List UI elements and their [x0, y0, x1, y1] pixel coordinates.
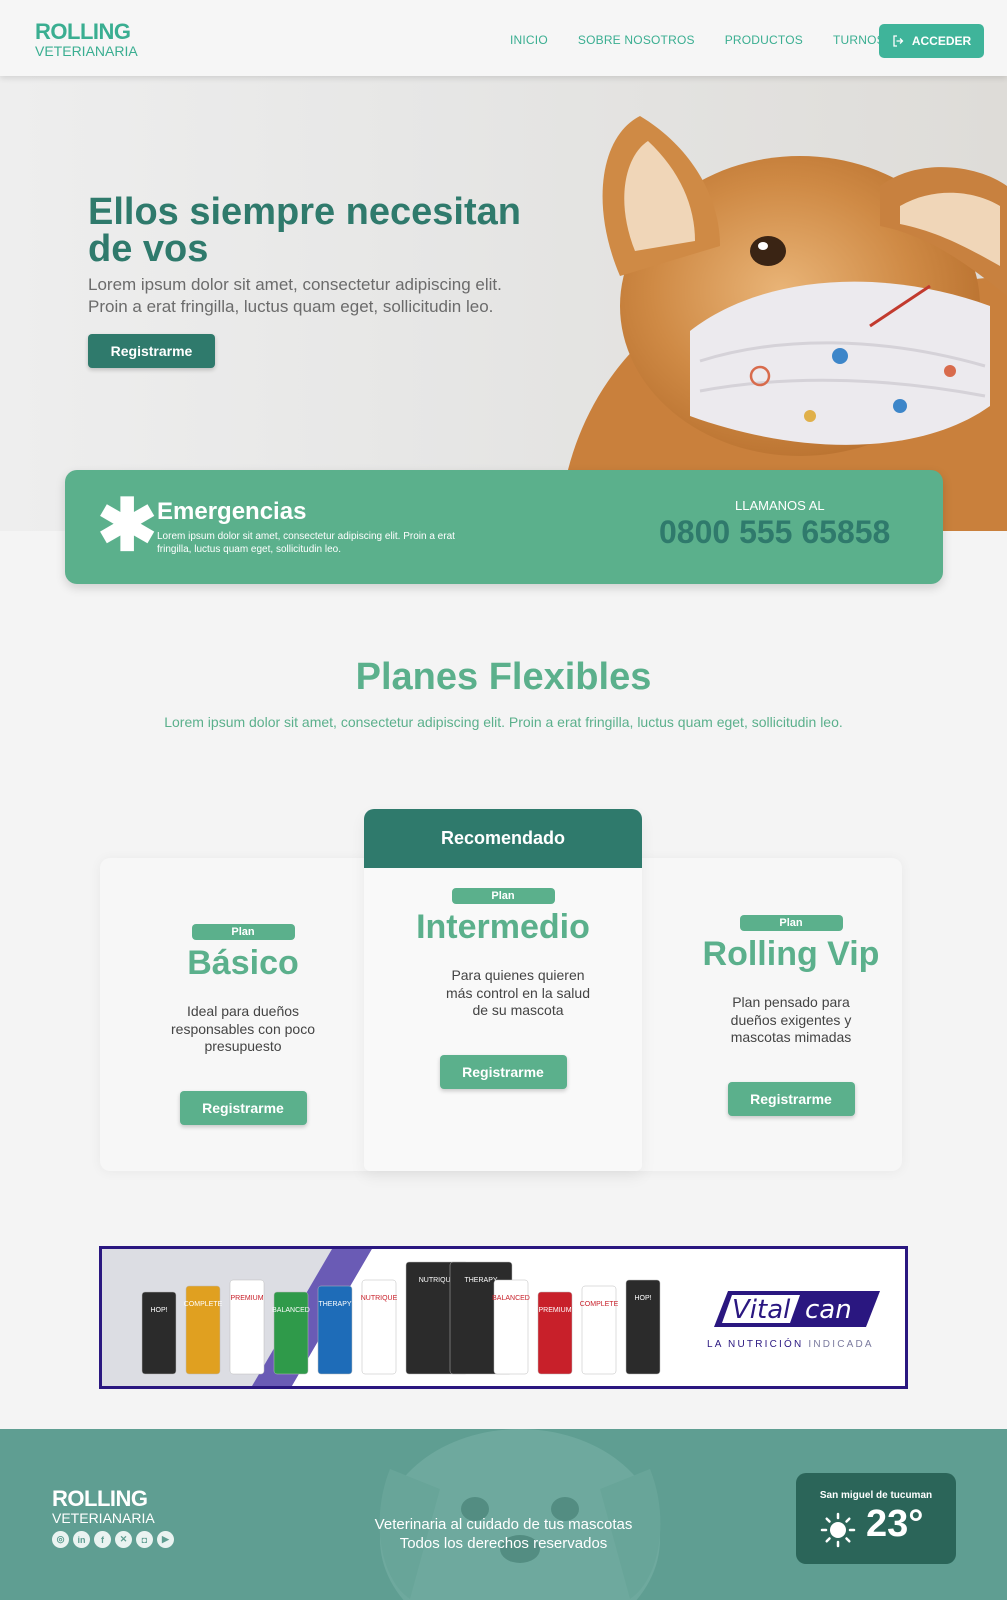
vitalcan-ad-banner[interactable]: HOP! COMPLETE PREMIUM BALANCED THERAPY NUTRIQ… [99, 1246, 908, 1389]
plan-card-rolling-vip: Plan Rolling Vip Plan pensado para dueño… [661, 913, 921, 1116]
plan-badge: Plan [191, 924, 295, 940]
vitalcan-tagline: LA NUTRICIÓN INDICADA [707, 1339, 874, 1350]
food-package-label: COMPLETE [580, 1301, 619, 1308]
plans-subtitle: Lorem ipsum dolor sit amet, consectetur … [164, 714, 843, 730]
plan-name: Intermedio [416, 908, 590, 946]
svg-text:Vital: Vital [732, 1295, 791, 1325]
plan-description: Ideal para dueños responsables con poco … [171, 1003, 315, 1054]
footer: ROLLING VETERIANARIA ◎ in f ✕ ◘ ▶ Veteri… [0, 1429, 1007, 1600]
youtube-icon[interactable]: ▶ [157, 1531, 174, 1548]
whatsapp-icon[interactable]: ◎ [52, 1531, 69, 1548]
social-links: ◎ in f ✕ ◘ ▶ [52, 1531, 174, 1548]
brand-name: ROLLING [35, 19, 131, 44]
linkedin-icon[interactable]: in [73, 1531, 90, 1548]
food-package [141, 1291, 177, 1375]
tagline-main: LA NUTRICIÓN [707, 1339, 804, 1350]
emergency-text: Lorem ipsum dolor sit amet, consectetur … [157, 531, 455, 555]
food-package-label: HOP! [150, 1307, 167, 1314]
login-icon [893, 35, 904, 47]
plan-name: Rolling Vip [702, 935, 880, 973]
food-package-label: THERAPY [464, 1277, 497, 1284]
sun-icon [820, 1512, 856, 1548]
recommended-header: Recomendado [364, 809, 642, 868]
food-package-label: BALANCED [492, 1295, 530, 1302]
hero: Ellos siempre necesitan de vos Lorem ips… [0, 76, 1007, 531]
plan-description: Para quienes quieren más control en la s… [446, 967, 590, 1018]
footer-brand-subtitle: VETERIANARIA [52, 1510, 155, 1526]
call-label: LLAMANOS AL [735, 498, 825, 513]
food-package [273, 1291, 309, 1375]
nav-link-turnos[interactable]: TURNOS [833, 33, 885, 47]
login-label: ACCEDER [911, 34, 972, 48]
facebook-icon[interactable]: f [94, 1531, 111, 1548]
footer-text: Veterinaria al cuidado de tus mascotas T… [300, 1515, 707, 1553]
tagline-accent: INDICADA [808, 1339, 874, 1350]
brand-subtitle: VETERIANARIA [35, 43, 138, 59]
food-package [185, 1285, 221, 1375]
nav-links: INICIO SOBRE NOSOTROS PRODUCTOS TURNOS [510, 33, 885, 47]
weather-temperature: 23° [866, 1503, 924, 1545]
footer-line-1: Veterinaria al cuidado de tus mascotas [374, 1516, 633, 1533]
weather-widget: San miguel de tucuman 23° [796, 1473, 956, 1564]
plan-badge: Plan [739, 915, 843, 931]
food-package [581, 1285, 617, 1375]
emergency-phone[interactable]: 0800 555 65858 [659, 514, 890, 551]
plans-title: Planes Flexibles [355, 656, 652, 698]
plan-register-button[interactable]: Registrarme [439, 1054, 567, 1089]
food-package-label: NUTRIQUE [361, 1295, 398, 1302]
footer-line-2: Todos los derechos reservados [399, 1535, 608, 1552]
emergency-title: Emergencias [157, 498, 307, 525]
hero-title: Ellos siempre necesitan de vos [88, 191, 521, 270]
x-icon[interactable]: ✕ [115, 1531, 132, 1548]
food-package-label: THERAPY [318, 1301, 351, 1308]
vitalcan-logo: Vital can [714, 1291, 880, 1327]
plan-register-button[interactable]: Registrarme [179, 1090, 307, 1125]
food-package-label: PREMIUM [538, 1307, 571, 1314]
plan-description: Plan pensado para dueños exigentes y mas… [730, 994, 852, 1045]
hero-text: Lorem ipsum dolor sit amet, consectetur … [88, 275, 502, 316]
nav-link-inicio[interactable]: INICIO [510, 33, 548, 47]
instagram-icon[interactable]: ◘ [136, 1531, 153, 1548]
plan-badge: Plan [451, 888, 555, 904]
food-package-label: PREMIUM [230, 1295, 263, 1302]
plan-register-button[interactable]: Registrarme [727, 1081, 855, 1116]
food-package [317, 1285, 353, 1375]
plan-card-intermedio: Plan Intermedio Para quienes quieren más… [373, 886, 633, 1089]
emergency-card: ✱ Emergencias Lorem ipsum dolor sit amet… [65, 470, 943, 584]
plan-card-basico: Plan Básico Ideal para dueños responsabl… [113, 922, 373, 1125]
footer-brand-name: ROLLING [52, 1486, 148, 1511]
hero-register-button[interactable]: Registrarme [88, 334, 215, 368]
food-package-label: COMPLETE [184, 1301, 223, 1308]
plan-name: Básico [187, 944, 299, 982]
nav-link-sobre-nosotros[interactable]: SOBRE NOSOTROS [578, 33, 695, 47]
brand-logo[interactable]: ROLLING VETERIANARIA [35, 19, 138, 59]
footer-brand[interactable]: ROLLING VETERIANARIA [52, 1486, 155, 1526]
asterisk-icon: ✱ [97, 486, 158, 566]
food-package-label: BALANCED [272, 1307, 310, 1314]
food-package [537, 1291, 573, 1375]
weather-city: San miguel de tucuman [819, 1490, 933, 1501]
nav-link-productos[interactable]: PRODUCTOS [725, 33, 803, 47]
svg-text:can: can [805, 1295, 852, 1325]
food-package-label: HOP! [634, 1295, 651, 1302]
login-button[interactable]: ACCEDER [879, 24, 984, 58]
navbar: ROLLING VETERIANARIA INICIO SOBRE NOSOTR… [0, 0, 1007, 76]
